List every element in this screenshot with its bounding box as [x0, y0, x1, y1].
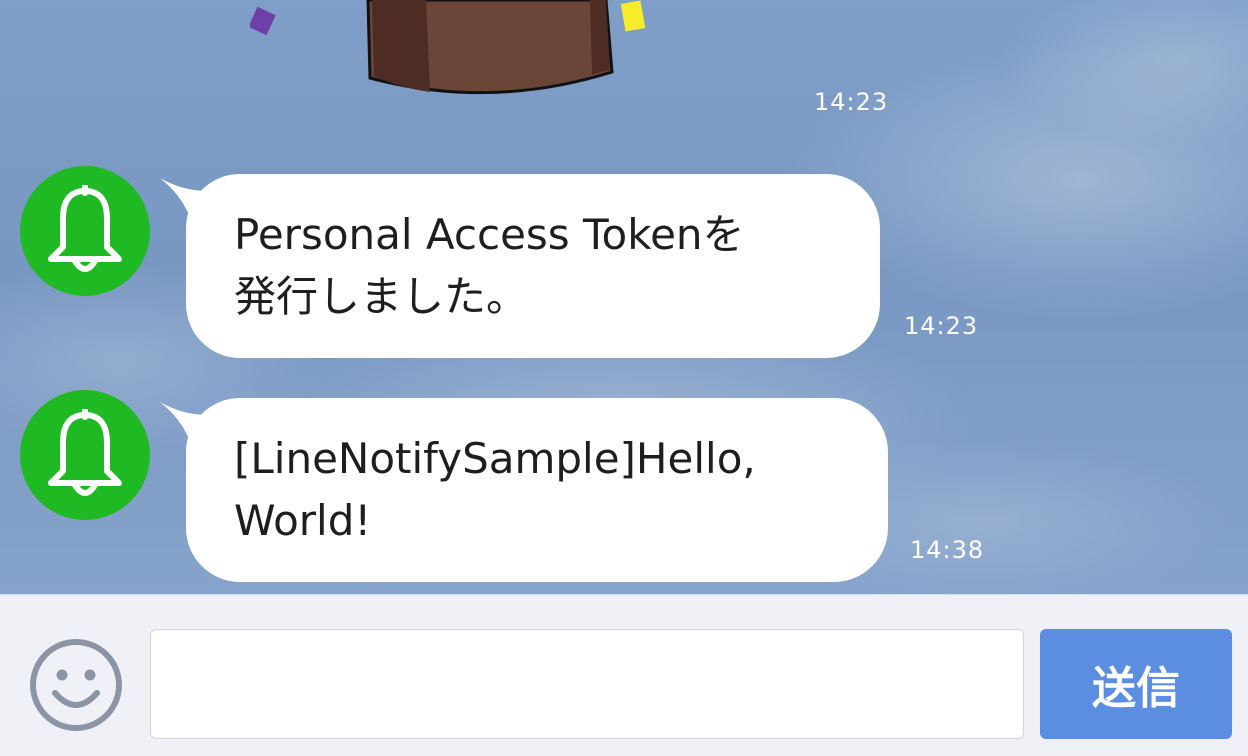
notify-avatar[interactable]	[20, 166, 150, 296]
sticker-timestamp: 14:23	[814, 88, 889, 116]
message-timestamp: 14:38	[910, 536, 985, 564]
message-bubble[interactable]: Personal Access Tokenを 発行しました。	[186, 174, 880, 358]
sticker-image	[250, 0, 646, 95]
emoji-button[interactable]	[28, 637, 124, 733]
message-bubble[interactable]: [LineNotifySample]Hello, World!	[186, 398, 888, 582]
chat-screen: 14:23 Personal Access Tokenを 発行しました。 14:…	[0, 0, 1248, 756]
bell-icon	[48, 185, 122, 272]
notify-avatar[interactable]	[20, 390, 150, 520]
message-input-bar: 送信	[0, 594, 1248, 756]
chat-history[interactable]: 14:23 Personal Access Tokenを 発行しました。 14:…	[0, 0, 1248, 594]
send-button[interactable]: 送信	[1040, 629, 1232, 739]
message-input[interactable]	[150, 629, 1024, 739]
smiley-icon	[30, 639, 122, 731]
bell-icon	[48, 409, 122, 496]
message-timestamp: 14:23	[904, 312, 979, 340]
